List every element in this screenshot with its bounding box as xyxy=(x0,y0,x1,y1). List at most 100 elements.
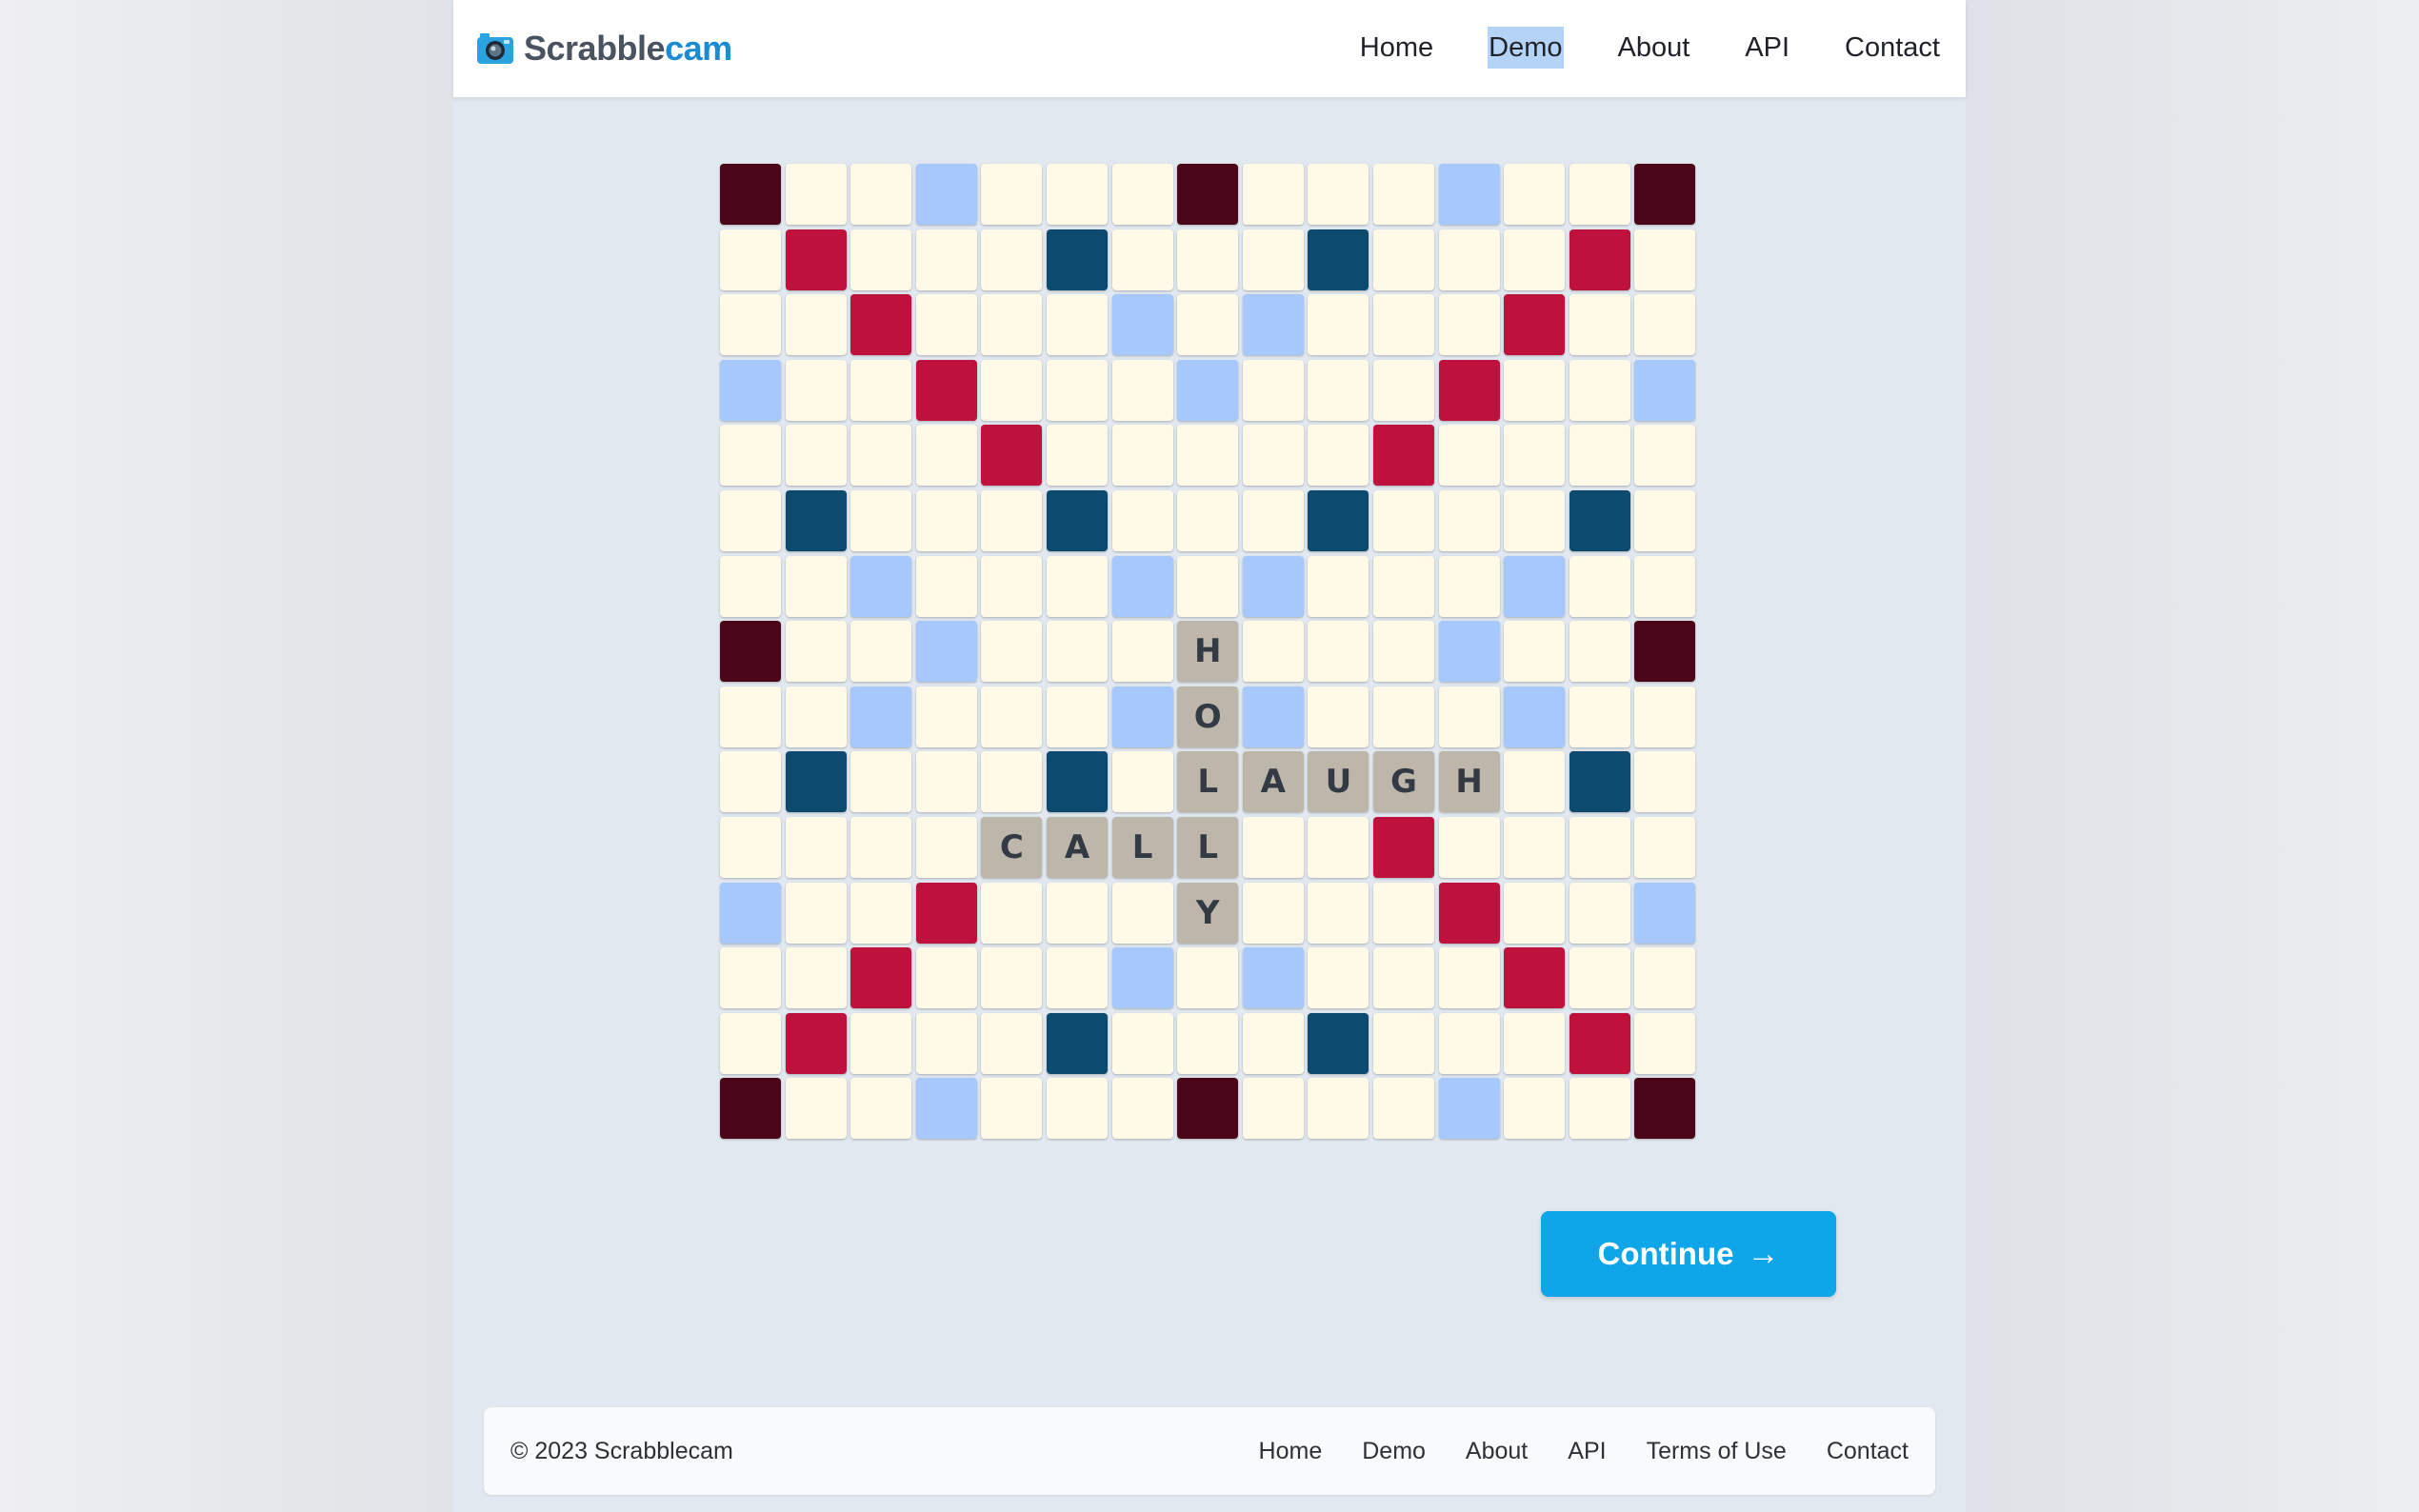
board-square-normal[interactable] xyxy=(981,1012,1043,1074)
letter-tile[interactable]: A xyxy=(1242,751,1304,813)
board-square-double-word[interactable] xyxy=(1569,229,1630,290)
board-square-normal[interactable] xyxy=(1111,1012,1173,1074)
board-square-normal[interactable] xyxy=(1373,882,1434,944)
nav-link-contact[interactable]: Contact xyxy=(1844,27,1941,69)
letter-tile[interactable]: O xyxy=(1177,686,1239,747)
board-square-normal[interactable] xyxy=(720,490,781,551)
board-square-normal[interactable] xyxy=(785,164,847,225)
board-square-triple-word[interactable] xyxy=(720,164,781,225)
board-square-triple-letter[interactable] xyxy=(1569,490,1630,551)
footer-link-contact[interactable]: Contact xyxy=(1827,1407,1909,1495)
board-square-normal[interactable] xyxy=(850,164,912,225)
board-square-normal[interactable] xyxy=(1308,947,1369,1009)
board-square-double-letter[interactable] xyxy=(1242,555,1304,617)
board-square-normal[interactable] xyxy=(1242,817,1304,878)
board-square-normal[interactable] xyxy=(785,1078,847,1140)
board-square-normal[interactable] xyxy=(1047,294,1108,356)
board-square-normal[interactable] xyxy=(785,359,847,421)
board-square-triple-word[interactable] xyxy=(1634,621,1696,683)
board-square-normal[interactable] xyxy=(850,882,912,944)
nav-link-api[interactable]: API xyxy=(1744,27,1790,69)
board-square-double-letter[interactable] xyxy=(1438,164,1500,225)
board-square-double-word[interactable] xyxy=(915,882,977,944)
board-square-double-letter[interactable] xyxy=(915,621,977,683)
board-square-normal[interactable] xyxy=(1438,425,1500,487)
board-square-normal[interactable] xyxy=(1111,751,1173,813)
board-square-normal[interactable] xyxy=(1634,490,1696,551)
board-square-normal[interactable] xyxy=(1569,164,1630,225)
board-square-normal[interactable] xyxy=(1308,555,1369,617)
board-square-normal[interactable] xyxy=(1047,555,1108,617)
letter-tile[interactable]: L xyxy=(1177,751,1239,813)
board-square-normal[interactable] xyxy=(981,947,1043,1009)
board-square-normal[interactable] xyxy=(981,359,1043,421)
board-square-normal[interactable] xyxy=(1373,490,1434,551)
board-square-normal[interactable] xyxy=(1047,425,1108,487)
board-square-normal[interactable] xyxy=(785,294,847,356)
board-square-triple-letter[interactable] xyxy=(1569,751,1630,813)
board-square-normal[interactable] xyxy=(1111,490,1173,551)
board-square-normal[interactable] xyxy=(1177,425,1239,487)
board-square-normal[interactable] xyxy=(1047,164,1108,225)
board-square-normal[interactable] xyxy=(720,947,781,1009)
board-square-normal[interactable] xyxy=(1373,621,1434,683)
board-square-normal[interactable] xyxy=(1504,1012,1566,1074)
board-square-normal[interactable] xyxy=(1634,555,1696,617)
board-square-normal[interactable] xyxy=(1373,294,1434,356)
board-square-normal[interactable] xyxy=(1569,425,1630,487)
board-square-normal[interactable] xyxy=(1569,359,1630,421)
board-square-normal[interactable] xyxy=(1308,425,1369,487)
board-square-normal[interactable] xyxy=(850,751,912,813)
board-square-normal[interactable] xyxy=(785,817,847,878)
letter-tile[interactable]: G xyxy=(1373,751,1434,813)
board-square-double-letter[interactable] xyxy=(850,555,912,617)
board-square-normal[interactable] xyxy=(1242,1078,1304,1140)
board-square-double-word[interactable] xyxy=(1438,359,1500,421)
board-square-normal[interactable] xyxy=(720,229,781,290)
board-square-normal[interactable] xyxy=(1047,947,1108,1009)
board-square-normal[interactable] xyxy=(1504,751,1566,813)
letter-tile[interactable]: C xyxy=(981,817,1043,878)
board-square-normal[interactable] xyxy=(1242,490,1304,551)
board-square-double-word[interactable] xyxy=(850,294,912,356)
board-square-double-word[interactable] xyxy=(915,359,977,421)
board-square-normal[interactable] xyxy=(915,425,977,487)
board-square-double-letter[interactable] xyxy=(1242,686,1304,747)
board-square-triple-letter[interactable] xyxy=(1308,229,1369,290)
board-square-normal[interactable] xyxy=(1242,359,1304,421)
board-square-normal[interactable] xyxy=(1177,1012,1239,1074)
board-square-normal[interactable] xyxy=(1504,229,1566,290)
board-square-normal[interactable] xyxy=(915,817,977,878)
board-square-normal[interactable] xyxy=(915,555,977,617)
board-square-double-word[interactable] xyxy=(1569,1012,1630,1074)
board-square-normal[interactable] xyxy=(981,294,1043,356)
board-square-normal[interactable] xyxy=(1569,555,1630,617)
board-square-triple-word[interactable] xyxy=(1177,1078,1239,1140)
board-square-double-word[interactable] xyxy=(785,229,847,290)
board-square-normal[interactable] xyxy=(785,882,847,944)
board-square-triple-word[interactable] xyxy=(1634,1078,1696,1140)
nav-link-demo[interactable]: Demo xyxy=(1488,27,1564,69)
board-square-triple-word[interactable] xyxy=(720,621,781,683)
board-square-normal[interactable] xyxy=(720,555,781,617)
board-square-normal[interactable] xyxy=(1373,1012,1434,1074)
board-square-triple-word[interactable] xyxy=(1177,164,1239,225)
board-square-normal[interactable] xyxy=(981,229,1043,290)
board-square-normal[interactable] xyxy=(1634,229,1696,290)
board-square-normal[interactable] xyxy=(1111,621,1173,683)
board-square-double-letter[interactable] xyxy=(915,1078,977,1140)
board-square-normal[interactable] xyxy=(981,555,1043,617)
board-square-normal[interactable] xyxy=(1308,164,1369,225)
board-square-normal[interactable] xyxy=(1111,359,1173,421)
board-square-normal[interactable] xyxy=(1308,359,1369,421)
board-square-normal[interactable] xyxy=(1504,817,1566,878)
board-square-normal[interactable] xyxy=(1111,425,1173,487)
board-square-double-letter[interactable] xyxy=(1242,294,1304,356)
board-square-normal[interactable] xyxy=(1634,817,1696,878)
board-square-normal[interactable] xyxy=(1438,947,1500,1009)
nav-link-home[interactable]: Home xyxy=(1359,27,1434,69)
board-square-double-letter[interactable] xyxy=(850,686,912,747)
board-square-normal[interactable] xyxy=(1308,1078,1369,1140)
footer-link-api[interactable]: API xyxy=(1568,1407,1606,1495)
board-square-normal[interactable] xyxy=(1308,294,1369,356)
